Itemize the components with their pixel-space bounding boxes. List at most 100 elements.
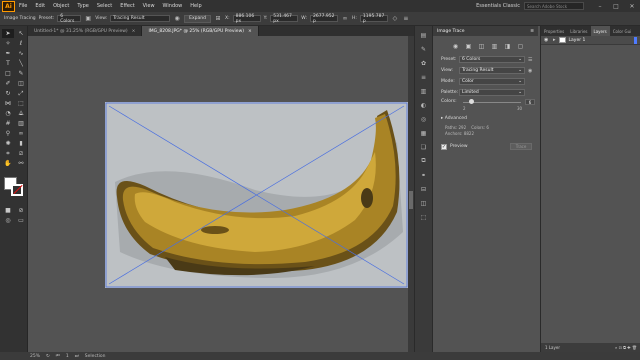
view-select[interactable]: Tracing Result ⌄ [459,67,525,74]
menu-effect[interactable]: Effect [116,3,138,9]
draw-mode-icon[interactable]: ◎ [2,216,14,225]
perspective-grid-tool-icon[interactable]: ⟁ [15,109,27,118]
menu-edit[interactable]: Edit [31,3,49,9]
trace-button[interactable]: Trace [510,143,532,150]
magic-wand-tool-icon[interactable]: ✧ [2,39,14,48]
rotate-view-icon[interactable]: ↻ [46,354,50,359]
gradient-icon[interactable]: ▥ [419,86,429,96]
menu-type[interactable]: Type [73,3,92,9]
tab-untitled[interactable]: Untitled-1* @ 31.25% (RGB/GPU Preview) × [28,26,143,36]
mesh-tool-icon[interactable]: # [2,119,14,128]
shape-builder-tool-icon[interactable]: ◔ [2,109,14,118]
selection-tool-icon[interactable]: ➤ [2,29,14,38]
pen-tool-icon[interactable]: ✒ [2,49,14,58]
close-icon[interactable]: × [132,29,136,34]
width-tool-icon[interactable]: ⋈ [2,99,14,108]
stroke-swatch[interactable] [11,184,23,196]
free-transform-tool-icon[interactable]: ⬚ [15,99,27,108]
w-field[interactable]: 2677.952 p [310,14,338,24]
rectangle-tool-icon[interactable]: □ [2,69,14,78]
transform-icon[interactable]: ⬚ [419,212,429,222]
zoom-level[interactable]: 25% [30,354,40,359]
scale-tool-icon[interactable]: ⤢ [15,89,27,98]
outline-icon[interactable]: ▢ [516,42,525,50]
tab-layers[interactable]: Layers [590,26,610,36]
layer-actions-icons[interactable]: ⌕ ⊡ ⧉ ✚ 🗑 [615,345,637,350]
minimize-icon[interactable]: – [592,3,608,10]
menu-object[interactable]: Object [49,3,73,9]
pathfinder-icon[interactable]: ◫ [419,198,429,208]
graph-tool-icon[interactable]: ▮ [15,139,27,148]
x-field[interactable]: 886.106 px [232,14,261,24]
artboard-tool-icon[interactable]: ⌗ [2,149,14,158]
manage-presets-icon[interactable]: ☰ [528,57,532,63]
colors-value-field[interactable]: 6 [525,99,535,105]
symbol-sprayer-tool-icon[interactable]: ✺ [2,139,14,148]
tab-libraries[interactable]: Libraries [567,26,590,36]
close-icon[interactable]: ✕ [624,3,640,10]
shaper-tool-icon[interactable]: ✐ [2,79,14,88]
preset-select[interactable]: 6 Colors ⌄ [459,56,525,63]
stroke-icon[interactable]: ≡ [419,72,429,82]
links-icon[interactable]: ⚭ [419,170,429,180]
traced-image[interactable] [105,102,408,288]
panel-menu-icon[interactable]: ≡ [530,29,534,34]
y-field[interactable]: 531.467 px [270,14,299,24]
menu-window[interactable]: Window [159,3,187,9]
menu-view[interactable]: View [139,3,159,9]
advanced-toggle[interactable]: ▸ Advanced [433,116,538,121]
black-white-icon[interactable]: ◨ [503,42,512,50]
direct-selection-tool-icon[interactable]: ↖ [15,29,27,38]
control-preset-select[interactable]: 6 Colors [57,14,82,24]
fill-stroke-swatches[interactable] [2,175,25,199]
trace-panel-icon[interactable]: ▣ [84,15,92,23]
artboard-nav-last-icon[interactable]: ⏭ [75,353,79,359]
graphic-styles-icon[interactable]: ▦ [419,128,429,138]
color-mode-icon[interactable]: ■ [2,206,14,215]
brushes-icon[interactable]: ✎ [419,44,429,54]
layer-row[interactable]: ◉ ▸ Layer 1 [541,36,640,45]
tab-img-8208[interactable]: IMG_8208.JPG* @ 25% (RGB/GPU Preview) × [142,26,259,36]
reference-point-icon[interactable]: ⊞ [214,15,222,23]
paintbrush-tool-icon[interactable]: ✎ [15,69,27,78]
expand-arrow-icon[interactable]: ▸ [553,37,556,43]
menu-select[interactable]: Select [93,3,116,9]
tab-properties[interactable]: Properties [541,26,567,36]
layer-name[interactable]: Layer 1 [569,38,586,43]
curvature-tool-icon[interactable]: ∿ [15,49,27,58]
rotate-tool-icon[interactable]: ↻ [2,89,14,98]
screen-mode-icon[interactable]: ▭ [15,216,27,225]
canvas[interactable] [28,36,408,352]
eye-icon[interactable]: ◉ [528,68,532,74]
close-icon[interactable]: × [248,29,252,34]
eyedropper-tool-icon[interactable]: ⚲ [2,129,14,138]
palette-select[interactable]: Limited ⌄ [459,89,525,96]
appearance-icon[interactable]: ◎ [419,114,429,124]
artboard-number[interactable]: 1 [66,354,69,359]
align-icon[interactable]: ≡ [402,15,410,23]
tab-color-guide[interactable]: Color Gui [610,26,634,36]
menu-file[interactable]: File [15,3,31,9]
preview-checkbox[interactable]: ✓ [441,143,447,150]
eraser-tool-icon[interactable]: ◫ [15,79,27,88]
transparency-icon[interactable]: ◐ [419,100,429,110]
image-trace-icon[interactable]: ▤ [419,30,429,40]
align-icon[interactable]: ⊟ [419,184,429,194]
type-tool-icon[interactable]: T [2,59,14,68]
expand-button[interactable]: Expand [184,14,212,23]
control-view-select[interactable]: Tracing Result [110,15,171,22]
transform-icon[interactable]: ◇ [391,15,399,23]
line-tool-icon[interactable]: ╲ [15,59,27,68]
colors-slider-handle[interactable] [469,99,475,104]
blend-tool-icon[interactable]: ∞ [15,129,27,138]
eye-icon[interactable]: ◉ [173,15,181,23]
stock-search-input[interactable]: Search Adobe Stock [524,2,584,10]
lasso-tool-icon[interactable]: ℓ [15,39,27,48]
h-field[interactable]: 1195.787 p [359,14,388,24]
grayscale-icon[interactable]: ▥ [490,42,499,50]
zoom-tool-icon[interactable]: ⚯ [15,159,27,168]
hand-tool-icon[interactable]: ✋ [2,159,14,168]
menu-help[interactable]: Help [186,3,205,9]
maximize-icon[interactable]: □ [608,3,624,10]
symbols-icon[interactable]: ✿ [419,58,429,68]
